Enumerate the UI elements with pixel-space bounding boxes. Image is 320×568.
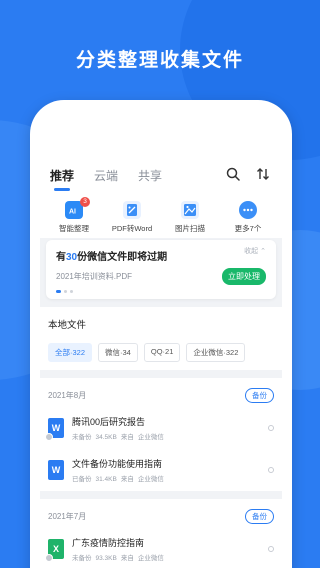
handle-now-button[interactable]: 立即处理 <box>222 268 266 285</box>
file-options-icon[interactable] <box>268 546 274 552</box>
top-tabs: 推荐 云端 共享 <box>40 155 282 195</box>
local-files-section: 本地文件 全部·322 微信·34 QQ·21 企业微信·322 <box>40 307 282 370</box>
quick-pdf-to-word[interactable]: PDF转Word <box>106 201 158 234</box>
filter-all[interactable]: 全部·322 <box>48 343 93 362</box>
file-row[interactable]: W 腾讯00后研究报告 未备份 34.5KB 来自 企业微信 <box>40 407 282 449</box>
file-meta: 已备份 31.4KB 来自 企业微信 <box>72 476 164 483</box>
notification-badge: 3 <box>80 197 90 207</box>
notice-title: 有30份微信文件即将过期 <box>56 252 168 263</box>
sort-icon[interactable] <box>256 167 272 183</box>
tab-cloud[interactable]: 云端 <box>94 167 118 184</box>
collapse-button[interactable]: 收起 ⌃ <box>244 246 266 256</box>
quick-actions: AI 3 智能整理 PDF转Word 图片扫描 更多7个 <box>40 195 282 238</box>
pdf-to-word-icon <box>123 201 141 219</box>
quick-smart-organize[interactable]: AI 3 智能整理 <box>48 197 100 234</box>
expiring-count: 30 <box>66 252 78 263</box>
filter-wechat[interactable]: 微信·34 <box>98 343 138 362</box>
file-meta: 未备份 93.3KB 来自 企业微信 <box>72 555 164 562</box>
file-name: 广东疫情防控指南 <box>72 538 145 548</box>
file-name: 腾讯00后研究报告 <box>72 417 146 427</box>
filter-wework[interactable]: 企业微信·322 <box>186 343 246 362</box>
image-scan-icon <box>181 201 199 219</box>
backup-button[interactable]: 备份 <box>245 388 274 403</box>
backup-button[interactable]: 备份 <box>245 509 274 524</box>
app-screen: 推荐 云端 共享 AI 3 智能整理 PDF转Word 图片扫描 更多7个 有3… <box>40 155 282 568</box>
carousel-dots <box>56 290 266 293</box>
word-file-icon: W <box>48 460 64 480</box>
file-row[interactable]: X 广东疫情防控指南 未备份 93.3KB 来自 企业微信 <box>40 528 282 568</box>
file-meta: 未备份 34.5KB 来自 企业微信 <box>72 434 164 441</box>
file-name: 文件备份功能使用指南 <box>72 459 163 469</box>
quick-label: 图片扫描 <box>175 224 205 233</box>
quick-label: PDF转Word <box>111 224 153 233</box>
quick-label: 智能整理 <box>59 224 89 233</box>
tab-share[interactable]: 共享 <box>138 167 162 184</box>
filter-qq[interactable]: QQ·21 <box>143 343 181 362</box>
filter-chips: 全部·322 微信·34 QQ·21 企业微信·322 <box>48 343 274 362</box>
section-title: 本地文件 <box>48 320 87 331</box>
group-date: 2021年8月 <box>48 391 87 400</box>
headline: 分类整理收集文件 <box>75 50 244 71</box>
excel-file-icon: X <box>45 539 64 562</box>
expiry-notice-card[interactable]: 有30份微信文件即将过期 收起 ⌃ 2021年培训资料.PDF 立即处理 <box>46 240 276 299</box>
more-icon <box>239 201 257 219</box>
quick-label: 更多7个 <box>234 224 262 233</box>
svg-text:AI: AI <box>69 209 76 216</box>
group-date: 2021年7月 <box>48 512 87 521</box>
quick-more[interactable]: 更多7个 <box>222 201 274 234</box>
file-row[interactable]: W 文件备份功能使用指南 已备份 31.4KB 来自 企业微信 <box>40 449 282 491</box>
quick-image-scan[interactable]: 图片扫描 <box>164 201 216 234</box>
search-icon[interactable] <box>226 167 242 183</box>
file-options-icon[interactable] <box>268 467 274 473</box>
chevron-up-icon: ⌃ <box>260 248 266 255</box>
tab-recommend[interactable]: 推荐 <box>50 167 74 191</box>
word-file-icon: W <box>45 418 64 441</box>
group-header: 2021年8月 备份 <box>40 378 282 407</box>
group-header: 2021年7月 备份 <box>40 499 282 528</box>
file-options-icon[interactable] <box>268 425 274 431</box>
phone-frame: 推荐 云端 共享 AI 3 智能整理 PDF转Word 图片扫描 更多7个 有3… <box>30 100 292 568</box>
